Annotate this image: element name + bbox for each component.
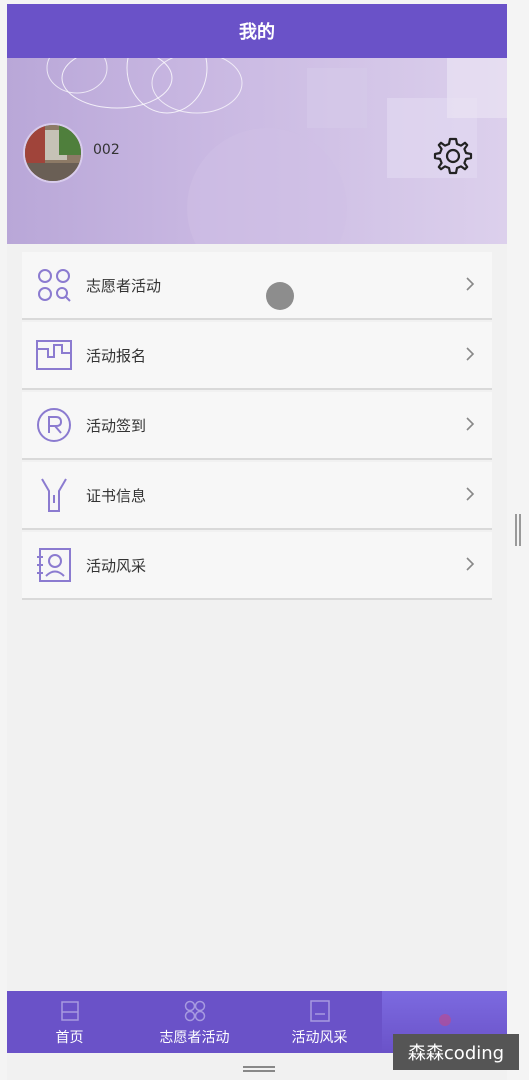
avatar-photo — [25, 125, 81, 181]
menu-list: 志愿者活动 活动报名 活动签到 证书信息 活动风采 — [22, 252, 492, 602]
menu-item-activity-signup[interactable]: 活动报名 — [22, 322, 492, 390]
tab-activity-gallery[interactable]: 活动风采 — [257, 991, 382, 1053]
gear-icon — [433, 137, 473, 175]
volunteer-grid-icon — [184, 1000, 205, 1021]
tab-home[interactable]: 首页 — [7, 991, 132, 1053]
tab-label: 首页 — [55, 1029, 84, 1046]
settings-button[interactable] — [433, 136, 473, 176]
menu-item-activity-checkin[interactable]: 活动签到 — [22, 392, 492, 460]
chevron-right-icon — [466, 277, 475, 291]
home-icon — [60, 1000, 79, 1021]
profile-icon — [438, 1013, 451, 1026]
menu-item-label: 活动报名 — [86, 346, 147, 365]
checkin-r-icon — [37, 408, 71, 442]
tab-label: 志愿者活动 — [159, 1029, 230, 1046]
certificate-icon — [41, 478, 67, 512]
signup-board-icon — [36, 340, 72, 370]
menu-item-label: 活动风采 — [86, 556, 147, 575]
menu-item-certificate-info[interactable]: 证书信息 — [22, 462, 492, 530]
menu-item-label: 志愿者活动 — [86, 276, 162, 295]
username: 002 — [93, 142, 120, 158]
scrollbar-handle[interactable] — [515, 514, 521, 546]
gallery-icon — [37, 548, 71, 582]
app-screen: 我的 002 志愿者活动 活动报名 活动签到 证书信息 活动风采 首页 志愿者活… — [7, 4, 507, 1080]
menu-item-label: 活动签到 — [86, 416, 147, 435]
gallery-icon — [309, 999, 330, 1022]
chevron-right-icon — [466, 347, 475, 361]
menu-item-volunteer-activities[interactable]: 志愿者活动 — [22, 252, 492, 320]
menu-item-label: 证书信息 — [86, 486, 147, 505]
touch-indicator — [266, 282, 294, 310]
tab-volunteer-activities[interactable]: 志愿者活动 — [132, 991, 257, 1053]
menu-item-activity-gallery[interactable]: 活动风采 — [22, 532, 492, 600]
volunteer-grid-icon — [38, 269, 71, 302]
avatar[interactable] — [23, 123, 83, 183]
watermark: 森森coding — [393, 1034, 519, 1070]
page-title: 我的 — [239, 22, 275, 43]
profile-banner: 002 — [7, 58, 507, 244]
chevron-right-icon — [466, 417, 475, 431]
chevron-right-icon — [466, 487, 475, 501]
chevron-right-icon — [466, 557, 475, 571]
page-header: 我的 — [7, 4, 507, 58]
tab-label: 活动风采 — [291, 1029, 348, 1046]
home-indicator[interactable] — [243, 1066, 275, 1072]
